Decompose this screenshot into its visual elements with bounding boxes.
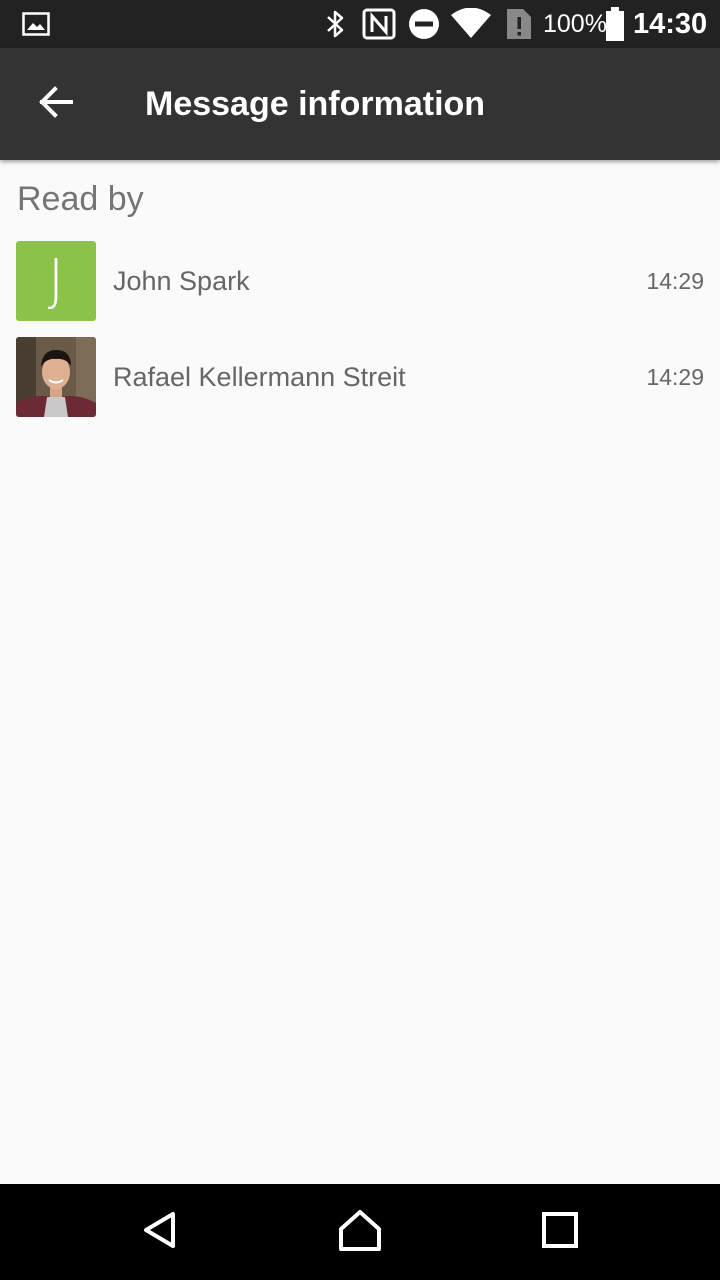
battery-icon — [605, 7, 625, 41]
reader-row[interactable]: Rafael Kellermann Streit 14:29 — [0, 337, 720, 433]
reader-name: Rafael Kellermann Streit — [113, 362, 406, 392]
read-time: 14:29 — [646, 268, 704, 294]
back-button[interactable] — [24, 72, 88, 136]
sim-alert-icon — [505, 8, 533, 40]
back-triangle-icon — [140, 1210, 180, 1255]
avatar-photo — [16, 337, 96, 417]
read-by-header: Read by — [17, 180, 144, 218]
image-icon — [22, 8, 50, 40]
app-bar: Message information — [0, 48, 720, 160]
status-bar: 100% 14:30 — [0, 0, 720, 48]
do-not-disturb-icon — [408, 8, 440, 40]
reader-name: John Spark — [113, 266, 250, 296]
status-time: 14:30 — [633, 8, 708, 40]
avatar: J — [16, 241, 96, 321]
battery-percent: 100% — [543, 10, 607, 38]
bluetooth-icon — [325, 8, 347, 40]
read-time: 14:29 — [646, 364, 704, 390]
page-title: Message information — [145, 85, 486, 123]
navigation-bar — [0, 1184, 720, 1280]
nav-home-button[interactable] — [320, 1200, 400, 1264]
recents-icon — [542, 1211, 578, 1253]
wifi-icon — [450, 8, 492, 40]
arrow-back-icon — [38, 84, 74, 125]
nav-back-button[interactable] — [120, 1200, 200, 1264]
home-icon — [338, 1209, 382, 1256]
nfc-icon — [362, 8, 396, 40]
reader-row[interactable]: J John Spark 14:29 — [0, 241, 720, 337]
nav-recents-button[interactable] — [520, 1200, 600, 1264]
